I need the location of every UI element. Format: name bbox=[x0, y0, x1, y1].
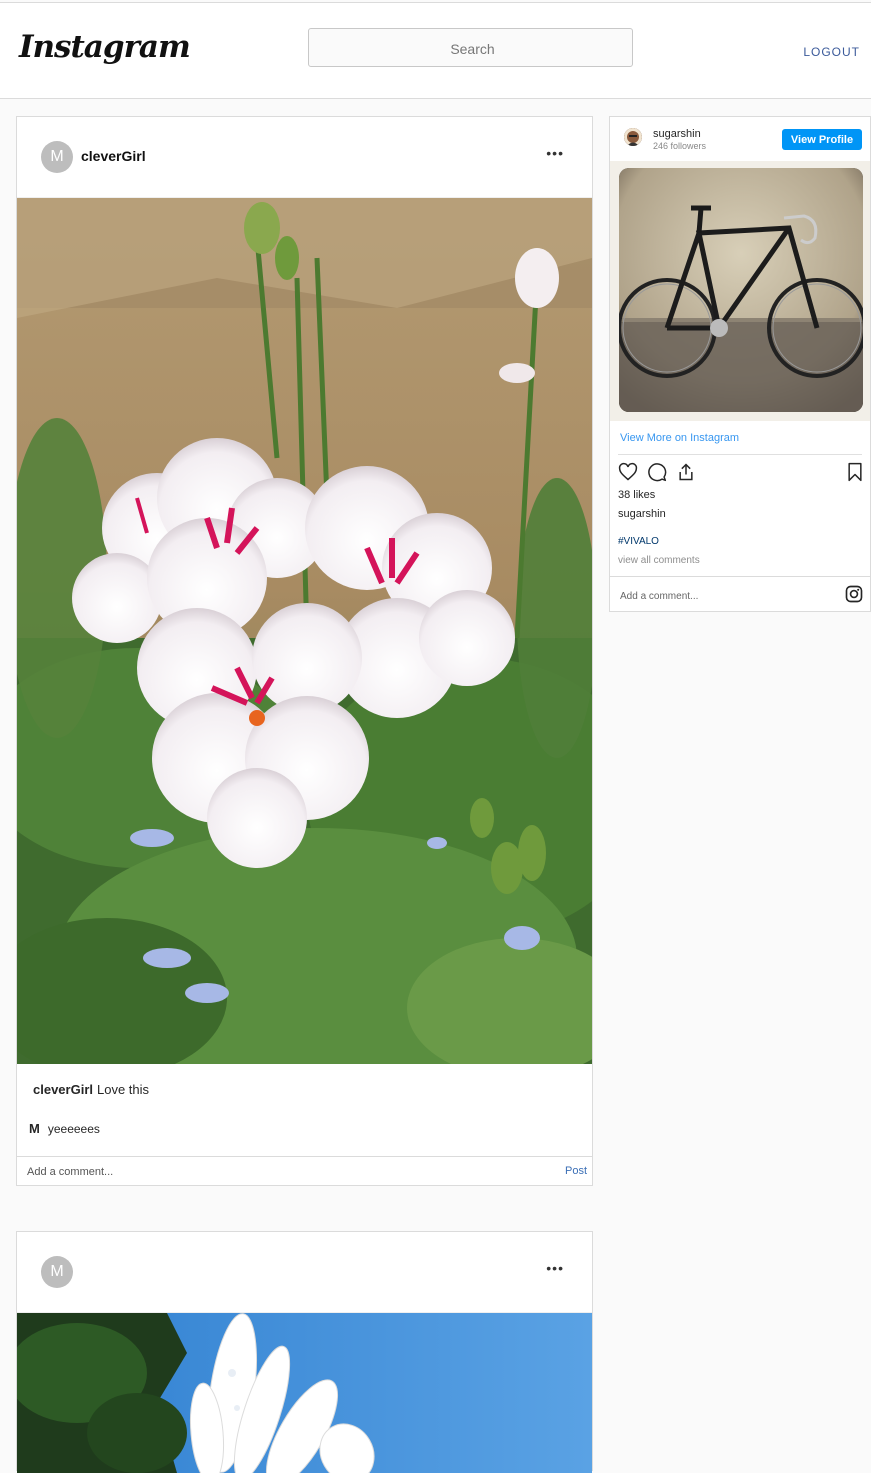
share-icon[interactable] bbox=[676, 462, 696, 487]
instagram-icon[interactable] bbox=[845, 585, 863, 608]
white-daisy-sky-photo bbox=[17, 1313, 592, 1473]
search-input[interactable] bbox=[309, 29, 636, 68]
embed-photo-area[interactable] bbox=[610, 161, 870, 421]
comment-item: Myeeeeees bbox=[17, 1097, 592, 1136]
embed-add-comment-input[interactable] bbox=[618, 587, 832, 605]
avatar[interactable]: M bbox=[41, 1256, 73, 1288]
avatar[interactable] bbox=[624, 128, 642, 146]
embed-owner[interactable]: sugarshin bbox=[618, 508, 666, 520]
post-comment-button[interactable]: Post bbox=[565, 1165, 587, 1177]
embed-header: sugarshin 246 followers View Profile bbox=[610, 117, 870, 161]
embed-followers: 246 followers bbox=[653, 141, 707, 151]
view-all-comments-link[interactable]: view all comments bbox=[618, 555, 700, 566]
comment-text: yeeeeees bbox=[47, 1122, 100, 1136]
post-header: M cleverGirl ••• bbox=[17, 117, 592, 198]
post-caption: cleverGirl Love this bbox=[17, 1064, 592, 1097]
post-card: M cleverGirl ••• cleverGirl Love this M … bbox=[16, 116, 593, 1186]
top-nav: Instagram LOGOUT bbox=[0, 2, 871, 99]
embed-photo[interactable] bbox=[619, 168, 863, 412]
post-card: M ••• bbox=[16, 1231, 593, 1473]
embed-action-bar bbox=[618, 462, 864, 484]
heart-icon[interactable] bbox=[618, 462, 638, 487]
post-username[interactable]: cleverGirl bbox=[81, 148, 146, 164]
post-image bbox=[17, 198, 592, 1064]
comment-username[interactable]: M bbox=[29, 1121, 40, 1136]
view-more-link[interactable]: View More on Instagram bbox=[620, 432, 739, 444]
embed-add-comment-row bbox=[610, 576, 870, 613]
search-box[interactable] bbox=[308, 28, 636, 68]
instagram-logo[interactable]: Instagram bbox=[19, 29, 191, 65]
avatar[interactable]: M bbox=[41, 141, 73, 173]
divider bbox=[618, 454, 862, 455]
view-profile-button[interactable]: View Profile bbox=[782, 129, 862, 150]
comment-icon[interactable] bbox=[647, 462, 667, 487]
add-comment-input[interactable] bbox=[25, 1162, 509, 1182]
caption-username[interactable]: cleverGirl bbox=[33, 1082, 93, 1097]
post-header: M ••• bbox=[17, 1232, 592, 1313]
post-image bbox=[17, 1313, 592, 1473]
likes-count[interactable]: 38 likes bbox=[618, 489, 655, 501]
white-geranium-flowers-photo bbox=[17, 198, 592, 1064]
black-road-bicycle-photo bbox=[619, 168, 863, 412]
logout-link[interactable]: LOGOUT bbox=[803, 45, 860, 59]
embed-username[interactable]: sugarshin bbox=[653, 128, 701, 140]
more-options-icon[interactable]: ••• bbox=[546, 1260, 564, 1276]
caption-text: Love this bbox=[97, 1082, 150, 1097]
profile-photo-icon bbox=[624, 128, 642, 146]
bookmark-icon[interactable] bbox=[846, 462, 864, 487]
add-comment-row: Post bbox=[17, 1156, 592, 1185]
more-options-icon[interactable]: ••• bbox=[546, 145, 564, 161]
hashtag[interactable]: #VIVALO bbox=[618, 536, 659, 547]
instagram-embed-card: sugarshin 246 followers View Profile Vie… bbox=[609, 116, 871, 612]
